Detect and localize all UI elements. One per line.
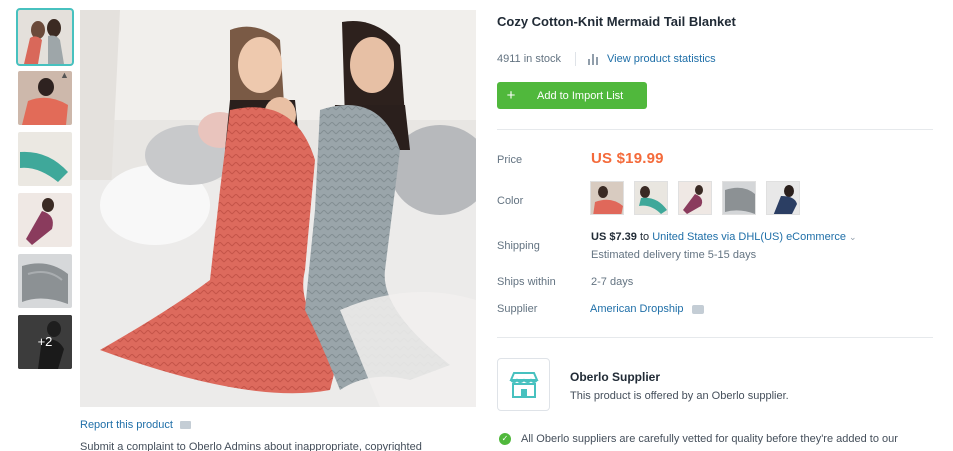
shipping-to: to — [639, 231, 650, 243]
ships-within-label: Ships within — [497, 276, 556, 288]
shipping-cost: US $7.39 — [591, 231, 637, 243]
grey-swatch-image — [723, 182, 755, 214]
add-to-import-list-button[interactable]: + Add to Import List — [497, 82, 647, 109]
section-divider — [497, 337, 933, 338]
report-product-link[interactable]: Report this product — [80, 419, 191, 431]
shipping-label: Shipping — [497, 240, 540, 252]
thumbnail-1-image — [18, 10, 72, 64]
color-swatches — [590, 181, 800, 215]
divider — [575, 52, 577, 66]
more-count: +2 — [37, 334, 53, 349]
thumbnail-4-image — [18, 193, 72, 247]
color-swatch-grey[interactable] — [722, 181, 756, 215]
vetted-notice: ✓ All Oberlo suppliers are carefully vet… — [499, 433, 898, 445]
delivery-estimate: Estimated delivery time 5-15 days — [591, 249, 757, 261]
main-product-image[interactable] — [80, 10, 476, 407]
import-button-label: Add to Import List — [537, 89, 624, 102]
oberlo-supplier-badge — [497, 358, 550, 411]
price-label: Price — [497, 154, 523, 166]
color-swatch-navy[interactable] — [766, 181, 800, 215]
main-image-illustration — [80, 10, 476, 407]
report-description: Submit a complaint to Oberlo Admins abou… — [80, 441, 422, 451]
vetted-text: All Oberlo suppliers are carefully vette… — [521, 433, 898, 445]
chevron-down-icon[interactable]: ⌄ — [849, 232, 857, 242]
storefront-icon — [508, 371, 539, 398]
thumbnail-list: +2 ▲ — [16, 8, 74, 376]
thumbnail-5[interactable] — [18, 254, 72, 308]
color-swatch-teal[interactable] — [634, 181, 668, 215]
thumbnail-3-image — [18, 132, 72, 186]
check-circle-icon: ✓ — [499, 433, 511, 445]
shipping-method-dropdown[interactable]: United States via DHL(US) eCommerce — [652, 231, 846, 243]
price-value: US $19.99 — [591, 150, 664, 167]
supplier-label: Supplier — [497, 303, 538, 315]
message-icon[interactable] — [691, 304, 704, 314]
color-swatch-burgundy[interactable] — [678, 181, 712, 215]
report-label[interactable]: Report this product — [80, 419, 173, 431]
color-label: Color — [497, 195, 524, 207]
stock-row: 4911 in stock View product statistics — [497, 52, 716, 66]
oberlo-supplier-title: Oberlo Supplier — [570, 370, 661, 384]
product-title: Cozy Cotton-Knit Mermaid Tail Blanket — [497, 14, 736, 29]
thumbnail-1[interactable] — [16, 8, 74, 66]
thumbnail-5-image — [18, 254, 72, 308]
teal-swatch-image — [635, 182, 667, 214]
thumbnail-more[interactable]: +2 — [18, 315, 72, 369]
view-statistics-link[interactable]: View product statistics — [607, 53, 716, 65]
navy-swatch-image — [767, 182, 799, 214]
ships-within-value: 2-7 days — [591, 276, 634, 288]
burgundy-swatch-image — [679, 182, 711, 214]
oberlo-supplier-subtitle: This product is offered by an Oberlo sup… — [570, 390, 789, 402]
color-swatch-coral[interactable] — [590, 181, 624, 215]
stock-count: 4911 in stock — [497, 53, 562, 65]
pointer-icon: ▲ — [60, 70, 69, 80]
flag-icon — [179, 421, 191, 429]
section-divider — [497, 129, 933, 130]
supplier-row: American Dropship — [590, 303, 704, 315]
thumbnail-3[interactable] — [18, 132, 72, 186]
coral-swatch-image — [591, 182, 623, 214]
shipping-line: US $7.39 to United States via DHL(US) eC… — [591, 231, 857, 243]
supplier-link[interactable]: American Dropship — [590, 303, 684, 315]
bar-chart-icon — [588, 53, 599, 65]
plus-icon: + — [506, 87, 516, 104]
thumbnail-4[interactable] — [18, 193, 72, 247]
